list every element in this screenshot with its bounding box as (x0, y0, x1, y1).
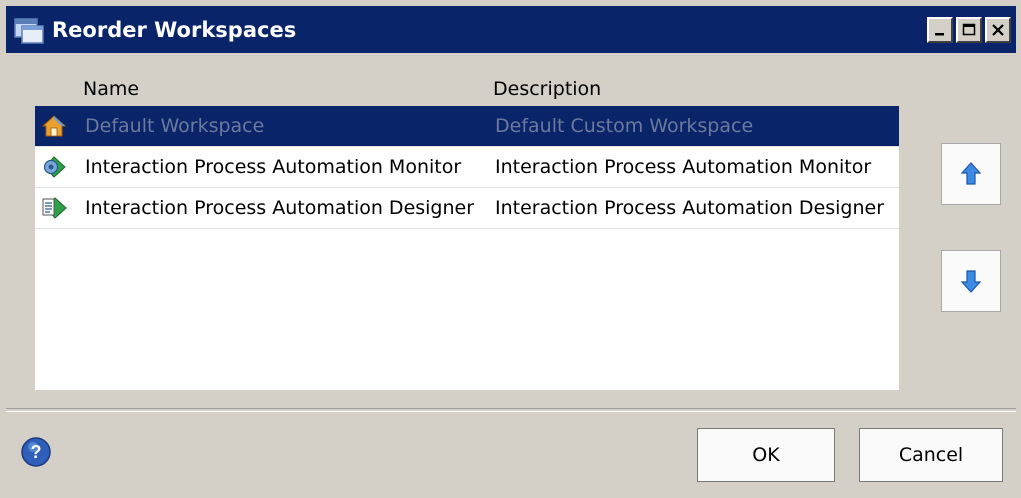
column-header-name[interactable]: Name (83, 76, 139, 102)
row-description: Default Custom Workspace (495, 115, 754, 137)
minimize-button[interactable] (927, 17, 953, 43)
cancel-button[interactable]: Cancel (859, 428, 1003, 482)
svg-text:?: ? (31, 442, 42, 462)
help-icon[interactable]: ? (20, 436, 52, 468)
house-icon (41, 115, 67, 137)
row-description: Interaction Process Automation Designer (495, 197, 885, 219)
maximize-icon (962, 23, 976, 36)
designer-arrow-icon (42, 197, 67, 219)
close-button[interactable] (985, 17, 1011, 43)
arrow-up-icon (960, 162, 982, 185)
row-name: Interaction Process Automation Monitor (85, 156, 462, 178)
minimize-icon (935, 33, 944, 36)
maximize-button[interactable] (956, 17, 982, 43)
row-name: Interaction Process Automation Designer (85, 197, 475, 219)
workspaces-icon (14, 18, 44, 44)
title-bar[interactable]: Reorder Workspaces (6, 6, 1016, 53)
row-name: Default Workspace (85, 115, 265, 137)
reorder-workspaces-dialog: Reorder Workspaces Name Description Defa… (0, 0, 1021, 498)
list-header: Name Description (35, 72, 899, 106)
footer-separator (6, 408, 1016, 412)
arrow-down-icon (960, 270, 982, 293)
move-down-button[interactable] (941, 250, 1001, 312)
list-row-default-workspace[interactable]: Default Workspace Default Custom Workspa… (35, 106, 899, 147)
move-up-button[interactable] (941, 143, 1001, 205)
row-description: Interaction Process Automation Monitor (495, 156, 872, 178)
ok-button[interactable]: OK (697, 428, 835, 482)
close-icon (992, 24, 1004, 36)
list-row-ipa-designer[interactable]: Interaction Process Automation Designer … (35, 188, 899, 229)
column-header-description[interactable]: Description (493, 76, 601, 102)
list-row-ipa-monitor[interactable]: Interaction Process Automation Monitor I… (35, 147, 899, 188)
workspace-list[interactable]: Name Description Default Workspace Defau… (35, 72, 899, 390)
monitor-gear-icon (43, 156, 66, 178)
window-title: Reorder Workspaces (52, 18, 297, 42)
